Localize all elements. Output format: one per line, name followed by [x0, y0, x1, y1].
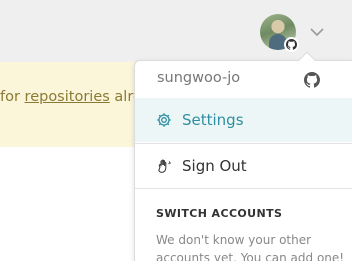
menu-item-sign-out[interactable]: Sign Out — [135, 144, 352, 188]
gear-icon — [157, 113, 171, 127]
menu-divider — [135, 188, 352, 189]
user-dropdown-menu: sungwoo-jo Settings Sign Out SWITCH ACCO… — [134, 51, 352, 261]
github-badge-icon — [284, 37, 299, 52]
menu-user-header: sungwoo-jo — [135, 61, 352, 99]
repositories-link[interactable]: repositories — [25, 89, 110, 105]
menu-item-settings-label: Settings — [182, 111, 244, 129]
wave-hand-icon — [158, 159, 171, 173]
menu-item-settings[interactable]: Settings — [135, 98, 352, 142]
banner-text: for repositories alrea — [0, 89, 151, 105]
username: sungwoo-jo — [157, 70, 241, 86]
banner-text-prefix: for — [0, 89, 25, 105]
switch-accounts-note: We don't know your other accounts yet. Y… — [156, 233, 345, 261]
chevron-down-icon[interactable] — [309, 26, 325, 38]
top-bar — [0, 0, 352, 62]
account-avatar-button[interactable] — [260, 14, 299, 52]
switch-accounts-heading: SWITCH ACCOUNTS — [156, 207, 283, 220]
menu-item-sign-out-label: Sign Out — [182, 157, 247, 175]
github-icon — [304, 72, 320, 88]
